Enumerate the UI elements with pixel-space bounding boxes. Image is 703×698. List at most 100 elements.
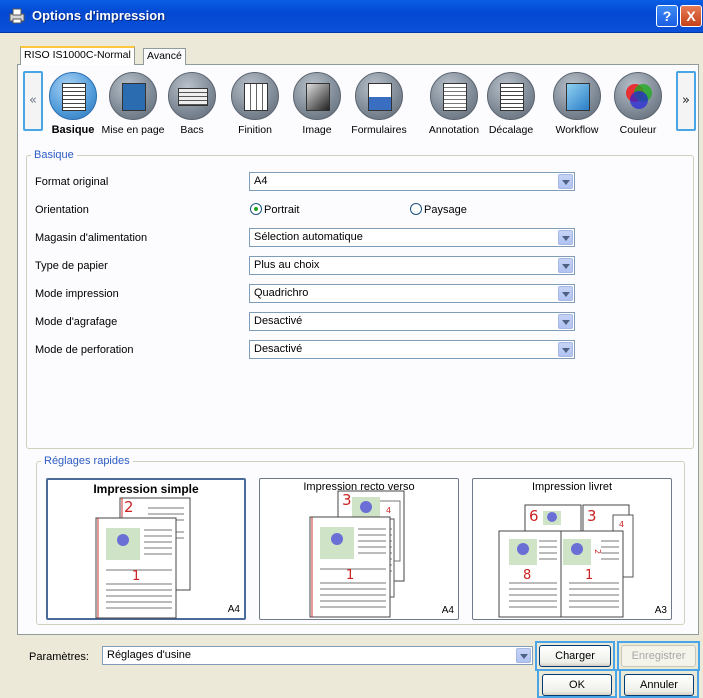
preset-size: A4 — [441, 605, 454, 616]
radio-paysage-label: Paysage — [424, 204, 467, 216]
label-type-papier: Type de papier — [35, 260, 108, 272]
preset-title: Impression recto verso — [303, 481, 415, 493]
page-number: 3 — [587, 507, 597, 525]
feature-label: Basique — [51, 124, 95, 136]
finishing-icon — [231, 72, 279, 120]
params-select[interactable]: Réglages d'usine — [102, 646, 533, 665]
feature-label: Bacs — [180, 124, 204, 136]
page-number: 3 — [342, 491, 352, 509]
page-number: 4 — [386, 506, 391, 515]
feature-label: Mise en page — [101, 124, 165, 136]
workflow-icon — [553, 72, 601, 120]
label-mode-agrafage: Mode d'agrafage — [35, 316, 118, 328]
feature-label: Image — [302, 124, 332, 136]
radio-dot-checked[interactable] — [250, 203, 262, 215]
magasin-select[interactable]: Sélection automatique — [249, 228, 575, 247]
chevron-down-icon[interactable] — [516, 648, 531, 663]
page-number: 1 — [585, 568, 593, 583]
feature-bacs[interactable]: Bacs — [159, 72, 225, 136]
ok-button[interactable]: OK — [542, 674, 612, 696]
radio-portrait[interactable]: Portrait — [250, 203, 299, 217]
feature-workflow[interactable]: Workflow — [544, 72, 610, 136]
annotation-icon — [430, 72, 478, 120]
label-magasin: Magasin d'alimentation — [35, 232, 148, 244]
document-icon — [49, 72, 97, 120]
chevron-down-icon[interactable] — [558, 286, 573, 301]
title-bar: Options d'impression ? X — [0, 0, 703, 33]
select-value: Réglages d'usine — [107, 649, 192, 661]
booklet-pages-icon: 6 3 4 8 2 1 — [498, 504, 634, 618]
select-value: Sélection automatique — [254, 231, 363, 243]
feature-basique[interactable]: Basique — [40, 72, 106, 136]
feature-finition[interactable]: Finition — [222, 72, 288, 136]
radio-dot[interactable] — [410, 203, 422, 215]
select-value: Desactivé — [254, 315, 303, 327]
chevron-down-icon[interactable] — [558, 230, 573, 245]
chevron-down-icon[interactable] — [558, 174, 573, 189]
feature-mise-en-page[interactable]: Mise en page — [100, 72, 166, 136]
radio-portrait-label: Portrait — [264, 204, 300, 216]
label-orientation: Orientation — [35, 204, 89, 216]
label-mode-impression: Mode impression — [35, 288, 119, 300]
feature-label: Formulaires — [351, 124, 407, 136]
preset-size: A3 — [654, 605, 667, 616]
preset-impression-simple[interactable]: 2 1 Impression simple A4 — [46, 478, 246, 620]
chevron-down-icon[interactable] — [558, 314, 573, 329]
feature-label: Couleur — [619, 124, 657, 136]
tab-avance[interactable]: Avancé — [143, 48, 186, 65]
label-mode-perforation: Mode de perforation — [35, 344, 134, 356]
page-number: 4 — [619, 520, 624, 529]
load-button[interactable]: Charger — [539, 645, 611, 667]
feature-decalage[interactable]: Décalage — [478, 72, 544, 136]
duplex-pages-icon: 3 4 2 1 — [309, 490, 405, 618]
select-value: Quadrichro — [254, 287, 309, 299]
feature-image[interactable]: Image — [284, 72, 350, 136]
preset-impression-livret[interactable]: 6 3 4 8 2 1 Impression livret A3 — [472, 478, 672, 620]
page-number: 2 — [593, 549, 602, 554]
window-title: Options d'impression — [32, 8, 166, 23]
save-button[interactable]: Enregistrer — [621, 645, 696, 667]
page-number: 1 — [346, 568, 354, 583]
page-number: 6 — [529, 507, 539, 525]
select-value: A4 — [254, 175, 268, 187]
feature-label: Décalage — [488, 124, 534, 136]
mode-impression-select[interactable]: Quadrichro — [249, 284, 575, 303]
color-icon — [614, 72, 662, 120]
page-number: 2 — [124, 498, 134, 516]
page-number: 8 — [523, 568, 531, 583]
type-papier-select[interactable]: Plus au choix — [249, 256, 575, 275]
tab-riso-normal[interactable]: RISO IS1000C-Normal — [20, 46, 135, 65]
feature-couleur[interactable]: Couleur — [605, 72, 671, 136]
help-button[interactable]: ? — [656, 5, 678, 27]
scroll-right-button[interactable]: » — [676, 71, 696, 131]
feature-formulaires[interactable]: Formulaires — [346, 72, 412, 136]
preset-impression-recto-verso[interactable]: 3 4 2 1 Impression recto verso A4 — [259, 478, 459, 620]
params-label: Paramètres: — [29, 651, 89, 663]
label-format-original: Format original — [35, 176, 109, 188]
chevron-down-icon[interactable] — [558, 342, 573, 357]
radio-paysage[interactable]: Paysage — [410, 203, 467, 217]
layout-icon — [109, 72, 157, 120]
select-value: Plus au choix — [254, 259, 320, 271]
select-value: Desactivé — [254, 343, 303, 355]
preset-title: Impression livret — [531, 481, 613, 493]
quick-legend: Réglages rapides — [44, 455, 130, 467]
preset-size: A4 — [227, 604, 240, 615]
mode-agrafage-select[interactable]: Desactivé — [249, 312, 575, 331]
feature-label: Finition — [238, 124, 272, 136]
forms-icon — [355, 72, 403, 120]
preset-title: Impression simple — [93, 482, 199, 496]
close-button[interactable]: X — [680, 5, 702, 27]
feature-label: Workflow — [555, 124, 599, 136]
format-original-select[interactable]: A4 — [249, 172, 575, 191]
chevron-down-icon[interactable] — [558, 258, 573, 273]
page-number: 1 — [132, 569, 140, 584]
offset-icon — [487, 72, 535, 120]
cancel-button[interactable]: Annuler — [624, 674, 694, 696]
image-icon — [293, 72, 341, 120]
basic-legend: Basique — [34, 149, 74, 161]
printer-app-icon — [9, 8, 25, 24]
paper-trays-icon — [168, 72, 216, 120]
single-sided-pages-icon: 2 1 — [95, 497, 191, 619]
mode-perforation-select[interactable]: Desactivé — [249, 340, 575, 359]
